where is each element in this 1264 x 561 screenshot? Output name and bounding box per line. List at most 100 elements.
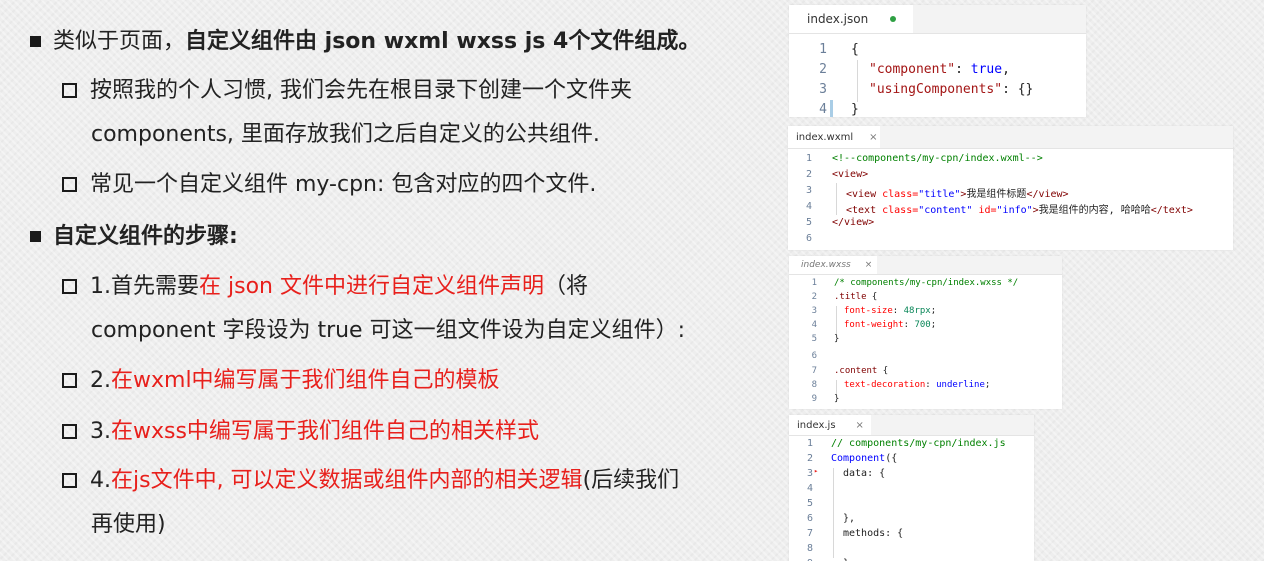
tab-index-wxss[interactable]: index.wxss × bbox=[789, 256, 877, 274]
code-line: <text class="content" id="info">我是组件的内容,… bbox=[846, 205, 1193, 216]
filled-square-bullet-icon bbox=[30, 36, 41, 47]
js-editor-panel: index.js × 1 2 3 4 5 6 7 8 9 ▸ // compon… bbox=[789, 415, 1034, 561]
code-line: // components/my-cpn/index.js bbox=[831, 438, 1006, 449]
line-number: 7 bbox=[811, 366, 817, 376]
line-number: 5 bbox=[805, 217, 812, 228]
code-line: { bbox=[851, 42, 859, 57]
line-number: 3 bbox=[811, 306, 817, 316]
code-line: data: { bbox=[843, 468, 886, 479]
bullet-create-folder: 按照我的个人习惯, 我们会先在根目录下创建一个文件夹 bbox=[62, 70, 632, 112]
line-number: 5 bbox=[806, 498, 813, 509]
hollow-square-bullet-icon bbox=[62, 424, 77, 439]
line-number: 2 bbox=[806, 453, 813, 464]
code-line: <view class="title">我是组件标题</view> bbox=[846, 189, 1069, 200]
hollow-square-bullet-icon bbox=[62, 279, 77, 294]
bullet-bold-text: 自定义组件的步骤: bbox=[53, 224, 238, 249]
line-number: 6 bbox=[805, 233, 812, 244]
hollow-square-bullet-icon bbox=[62, 177, 77, 192]
code-line: <!--components/my-cpn/index.wxml--> bbox=[832, 153, 1043, 164]
tab-label: index.wxml bbox=[796, 131, 854, 143]
line-number: 1 bbox=[806, 438, 813, 449]
line-number: 5 bbox=[811, 334, 817, 344]
step-1-continued: component 字段设为 true 可这一组文件设为自定义组件）: bbox=[91, 318, 686, 343]
tab-index-js[interactable]: index.js × bbox=[789, 415, 871, 435]
code-line: }, bbox=[843, 513, 856, 524]
wxml-editor-panel: index.wxml × 1 2 3 4 5 6 <!--components/… bbox=[788, 126, 1233, 250]
indent-guide bbox=[836, 306, 837, 334]
line-number: 4 bbox=[806, 483, 813, 494]
code-line: <view> bbox=[832, 169, 869, 180]
code-line: .content { bbox=[834, 366, 889, 376]
line-number: 1 bbox=[811, 278, 817, 288]
tab-label: index.js bbox=[797, 419, 836, 431]
code-line: "usingComponents": {} bbox=[869, 82, 1034, 97]
code-line: } bbox=[834, 394, 840, 404]
line-number: 7 bbox=[806, 528, 813, 539]
indent-guide bbox=[833, 468, 834, 558]
code-line: .title { bbox=[834, 292, 878, 302]
code-line: text-decoration: underline; bbox=[844, 380, 991, 390]
step-2: 2.在wxml中编写属于我们组件自己的模板 bbox=[62, 360, 500, 402]
step-4: 4.在js文件中, 可以定义数据或组件内部的相关逻辑(后续我们 bbox=[62, 460, 679, 502]
bullet-text: 类似于页面， bbox=[53, 29, 186, 54]
code-line: methods: { bbox=[843, 528, 904, 539]
hollow-square-bullet-icon bbox=[62, 83, 77, 98]
wxss-code: 1 2 3 4 5 6 7 8 9 /* components/my-cpn/i… bbox=[789, 275, 1062, 409]
line-number: 2 bbox=[819, 62, 827, 77]
indent-guide bbox=[836, 183, 837, 215]
wxss-tab-bar: index.wxss × bbox=[789, 256, 1062, 275]
close-tab-icon[interactable]: × bbox=[865, 260, 873, 270]
tab-label: index.wxss bbox=[801, 260, 851, 270]
line-number: 4 bbox=[805, 201, 812, 212]
code-line: } bbox=[834, 334, 840, 344]
cursor-line-marker bbox=[830, 100, 833, 117]
line-number: 6 bbox=[806, 513, 813, 524]
step-text: 4. bbox=[90, 468, 111, 493]
js-code: 1 2 3 4 5 6 7 8 9 ▸ // components/my-cpn… bbox=[789, 436, 1034, 561]
code-line: } bbox=[851, 102, 859, 117]
bullet-text: 常见一个自定义组件 my-cpn: 包含对应的四个文件. bbox=[90, 172, 597, 197]
code-line: Component({ bbox=[831, 453, 898, 464]
bullet-text: 按照我的个人习惯, 我们会先在根目录下创建一个文件夹 bbox=[90, 78, 632, 103]
step-4-continued: 再使用) bbox=[91, 512, 166, 537]
json-editor-panel: index.json 1 2 3 4 { "component": true, … bbox=[789, 5, 1086, 117]
code-line: "component": true, bbox=[869, 62, 1010, 77]
unsaved-dot-icon bbox=[890, 16, 897, 22]
step-text: (后续我们 bbox=[582, 468, 680, 493]
line-number: 3 bbox=[806, 468, 813, 479]
line-number: 9 bbox=[811, 394, 817, 404]
step-highlight: 在js文件中, 可以定义数据或组件内部的相关逻辑 bbox=[111, 468, 583, 493]
step-highlight: 在wxss中编写属于我们组件自己的相关样式 bbox=[111, 419, 539, 444]
line-number: 3 bbox=[805, 185, 812, 196]
hollow-square-bullet-icon bbox=[62, 473, 77, 488]
line-number: 8 bbox=[811, 380, 817, 390]
line-number: 4 bbox=[811, 320, 817, 330]
step-text: （将 bbox=[543, 274, 588, 299]
bullet-bold-text: 自定义组件由 json wxml wxss js 4个文件组成。 bbox=[185, 29, 701, 54]
js-tab-bar: index.js × bbox=[789, 415, 1034, 436]
line-number: 2 bbox=[811, 292, 817, 302]
json-code: 1 2 3 4 { "component": true, "usingCompo… bbox=[789, 34, 1086, 117]
wxml-tab-bar: index.wxml × bbox=[788, 126, 1233, 149]
bullet-create-folder-continued: components, 里面存放我们之后自定义的公共组件. bbox=[91, 122, 600, 147]
tab-index-wxml[interactable]: index.wxml × bbox=[788, 126, 880, 148]
fold-arrow-icon[interactable]: ▸ bbox=[814, 467, 818, 475]
line-number: 6 bbox=[811, 351, 817, 361]
step-text: 2. bbox=[90, 368, 111, 393]
code-line: /* components/my-cpn/index.wxss */ bbox=[834, 278, 1019, 288]
step-highlight: 在 json 文件中进行自定义组件声明 bbox=[199, 274, 544, 299]
step-text: 1.首先需要 bbox=[90, 274, 199, 299]
line-number: 2 bbox=[805, 169, 812, 180]
tab-index-json[interactable]: index.json bbox=[789, 5, 913, 33]
wxml-code: 1 2 3 4 5 6 <!--components/my-cpn/index.… bbox=[788, 149, 1233, 250]
close-tab-icon[interactable]: × bbox=[869, 132, 877, 143]
bullet-four-files: 常见一个自定义组件 my-cpn: 包含对应的四个文件. bbox=[62, 164, 596, 206]
line-number: 3 bbox=[819, 82, 827, 97]
close-tab-icon[interactable]: × bbox=[856, 420, 864, 431]
line-number: 1 bbox=[805, 153, 812, 164]
line-number: 4 bbox=[819, 102, 827, 117]
line-number: 1 bbox=[819, 42, 827, 57]
tab-label: index.json bbox=[807, 12, 869, 26]
wxss-editor-panel: index.wxss × 1 2 3 4 5 6 7 8 9 /* compon… bbox=[789, 256, 1062, 409]
step-text: 3. bbox=[90, 419, 111, 444]
